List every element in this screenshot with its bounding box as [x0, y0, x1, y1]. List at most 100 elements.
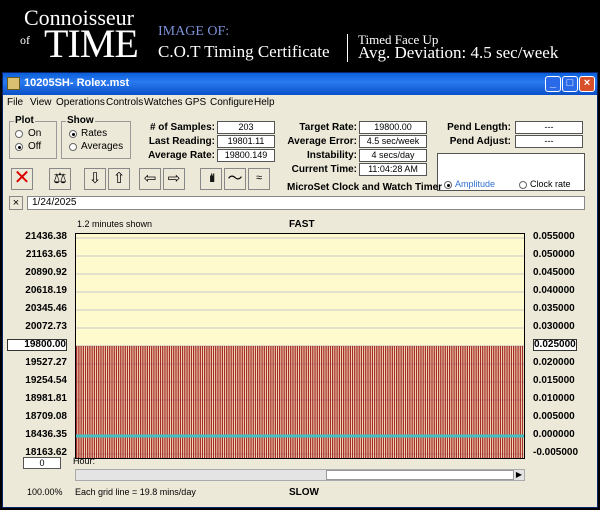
rate-bar: [274, 345, 276, 458]
rate-bar: [451, 345, 453, 458]
rate-bar: [499, 345, 502, 458]
rate-bar: [462, 345, 464, 458]
menu-watches[interactable]: Watches: [144, 97, 183, 108]
rate-bar: [146, 345, 148, 458]
amplitude-radio[interactable]: [444, 181, 452, 189]
rate-bar: [349, 345, 352, 458]
rate-bar: [338, 345, 340, 458]
line-graph-icon[interactable]: 〜: [224, 168, 246, 190]
rate-bar: [210, 345, 212, 458]
arrow-down-icon[interactable]: ⇩: [84, 168, 106, 190]
rate-bar: [221, 345, 224, 458]
rate-bar: [87, 345, 89, 458]
rate-bar: [131, 345, 133, 458]
right-axis-tick: 0.015000: [533, 375, 575, 386]
rate-bar: [199, 345, 201, 458]
shown-duration: 1.2 minutes shown: [77, 219, 153, 229]
right-axis-tick: 0.010000: [533, 393, 575, 404]
arrow-left-icon[interactable]: ⇦: [139, 168, 161, 190]
rate-bar: [195, 345, 197, 458]
samples-label: # of Samples:: [149, 122, 215, 133]
menu-configure[interactable]: Configure: [210, 97, 253, 108]
scroll-right-icon[interactable]: ▶: [514, 470, 524, 480]
rate-bar: [241, 345, 243, 458]
rate-bar: [440, 345, 442, 458]
rate-bar: [351, 345, 354, 458]
menu-controls[interactable]: Controls: [106, 97, 143, 108]
rate-bar: [433, 345, 435, 458]
bar-chart-icon[interactable]: ılıl: [200, 168, 222, 190]
left-axis-tick: 18163.62: [25, 447, 67, 458]
rate-bar: [254, 345, 257, 458]
minimize-button[interactable]: _: [545, 76, 561, 92]
hour-label: Hour:: [73, 456, 96, 466]
rate-bar: [82, 345, 84, 458]
rate-bar: [89, 345, 91, 458]
rate-bar: [290, 345, 292, 458]
arrow-right-icon[interactable]: ⇨: [163, 168, 185, 190]
rate-bar: [153, 345, 155, 458]
rate-bar: [155, 345, 157, 458]
title-bar[interactable]: 10205SH- Rolex.mst _ □ ×: [3, 73, 597, 95]
menu-view[interactable]: View: [30, 97, 52, 108]
show-averages-radio[interactable]: [69, 143, 77, 151]
certificate-title: C.O.T Timing Certificate: [158, 42, 330, 61]
left-axis-tick: 20345.46: [25, 303, 67, 314]
rate-bar: [453, 345, 455, 458]
scroll-thumb[interactable]: [326, 470, 514, 480]
rate-bar: [80, 345, 82, 458]
rate-bar: [420, 345, 422, 458]
rate-bar: [126, 345, 129, 458]
maximize-button[interactable]: □: [562, 76, 578, 92]
plot-off-radio[interactable]: [15, 143, 23, 151]
menu-operations[interactable]: Operations: [56, 97, 105, 108]
rate-bar: [248, 345, 250, 458]
rate-bar: [272, 345, 274, 458]
rate-bar: [95, 345, 98, 458]
clear-x-icon[interactable]: ✕: [11, 168, 33, 190]
show-rates-radio[interactable]: [69, 130, 77, 138]
pend-length-label: Pend Length:: [447, 122, 511, 133]
rate-bar: [212, 345, 215, 458]
plot-on-radio[interactable]: [15, 130, 23, 138]
close-button[interactable]: ×: [579, 76, 595, 92]
target-rate-value: 19800.00: [359, 121, 427, 134]
show-group-label: Show: [66, 115, 95, 126]
rate-bar: [137, 345, 140, 458]
menu-help[interactable]: Help: [254, 97, 275, 108]
horizontal-scrollbar[interactable]: ▶: [75, 469, 525, 481]
rate-bar: [506, 345, 508, 458]
rate-bar: [256, 345, 259, 458]
left-axis-tick: 19527.27: [25, 357, 67, 368]
rate-bar: [104, 345, 107, 458]
menu-file[interactable]: File: [7, 97, 23, 108]
rate-bar: [294, 345, 296, 458]
rate-bar: [371, 345, 374, 458]
rate-bar: [276, 345, 279, 458]
arrow-up-icon[interactable]: ⇧: [108, 168, 130, 190]
rate-bar: [384, 345, 387, 458]
rate-bar: [234, 345, 237, 458]
right-axis-tick: 0.035000: [533, 303, 575, 314]
rate-bar: [345, 345, 347, 458]
rate-bar: [356, 345, 358, 458]
current-time-label: Current Time:: [291, 164, 357, 175]
balance-scale-icon[interactable]: ⚖: [49, 168, 71, 190]
date-close-button[interactable]: ×: [9, 196, 23, 210]
rate-bar: [157, 345, 160, 458]
rate-bar: [109, 345, 111, 458]
rate-bar: [230, 345, 232, 458]
date-field[interactable]: 1/24/2025: [27, 196, 585, 210]
rate-bar: [226, 345, 228, 458]
waves-icon[interactable]: ≈: [248, 168, 270, 190]
rate-bar: [490, 345, 493, 458]
rate-bar: [517, 345, 519, 458]
clock-rate-radio[interactable]: [519, 181, 527, 189]
slow-label: SLOW: [289, 487, 319, 498]
hour-start-field[interactable]: 0: [23, 457, 61, 469]
rate-bar: [486, 345, 488, 458]
certificate-banner: Connoisseur of TIME IMAGE OF: C.O.T Timi…: [0, 0, 600, 70]
menu-gps[interactable]: GPS: [185, 97, 206, 108]
average-error-value: 4.5 sec/week: [359, 135, 427, 148]
banner-divider: [347, 34, 348, 62]
